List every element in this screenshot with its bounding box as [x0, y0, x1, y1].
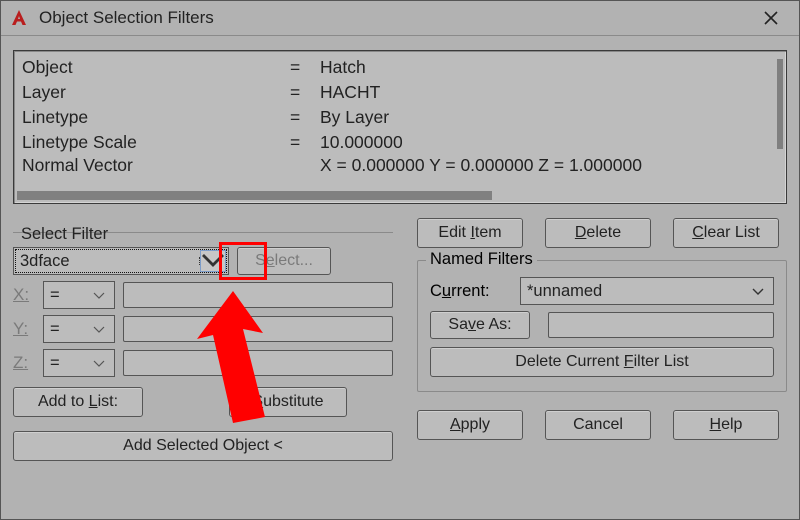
title-bar: Object Selection Filters	[1, 1, 799, 35]
apply-button[interactable]: Apply	[417, 410, 523, 440]
z-value-input[interactable]	[123, 350, 393, 376]
dialog-title: Object Selection Filters	[39, 8, 214, 28]
list-row[interactable]: Layer = HACHT	[22, 80, 776, 105]
chevron-down-icon	[90, 354, 108, 373]
y-operator-combo[interactable]: =	[43, 315, 115, 343]
horizontal-scrollbar[interactable]	[17, 191, 783, 200]
list-row[interactable]: Linetype Scale = 10.000000	[22, 130, 776, 155]
edit-item-button[interactable]: Edit Item	[417, 218, 523, 248]
x-operator-combo[interactable]: =	[43, 281, 115, 309]
y-value-input[interactable]	[123, 316, 393, 342]
save-as-input[interactable]	[548, 312, 774, 338]
help-button[interactable]: Help	[673, 410, 779, 440]
x-value-input[interactable]	[123, 282, 393, 308]
current-filter-combo[interactable]: *unnamed	[520, 277, 774, 305]
autocad-logo-icon	[9, 8, 29, 28]
vertical-scrollbar[interactable]	[777, 59, 783, 149]
chevron-down-icon[interactable]	[200, 250, 226, 272]
named-filters-label: Named Filters	[426, 250, 537, 269]
z-operator-combo[interactable]: =	[43, 349, 115, 377]
list-row[interactable]: Linetype = By Layer	[22, 105, 776, 130]
select-filter-label: Select Filter	[19, 225, 110, 244]
y-label: Y:	[13, 319, 35, 339]
current-label: Current:	[430, 282, 506, 301]
filter-list[interactable]: Object = Hatch Layer = HACHT Linetype = …	[13, 50, 787, 204]
chevron-down-icon	[90, 286, 108, 305]
filter-type-value: 3dface	[20, 252, 70, 271]
z-label: Z:	[13, 353, 35, 373]
chevron-down-icon	[90, 320, 108, 339]
delete-button[interactable]: Delete	[545, 218, 651, 248]
cancel-button[interactable]: Cancel	[545, 410, 651, 440]
dialog-window: Object Selection Filters Object = Hatch …	[0, 0, 800, 520]
add-selected-object-button[interactable]: Add Selected Object <	[13, 431, 393, 461]
list-row[interactable]: Normal Vector X = 0.000000 Y = 0.000000 …	[22, 155, 776, 175]
chevron-down-icon	[749, 282, 767, 301]
named-filters-group: Named Filters Current: *unnamed Save As:…	[417, 260, 787, 392]
filter-type-combo[interactable]: 3dface	[13, 247, 229, 275]
add-to-list-button[interactable]: Add to List:	[13, 387, 143, 417]
x-label: X:	[13, 285, 35, 305]
list-row[interactable]: Object = Hatch	[22, 55, 776, 80]
delete-current-filter-button[interactable]: Delete Current Filter List	[430, 347, 774, 377]
save-as-button[interactable]: Save As:	[430, 311, 530, 339]
select-button[interactable]: Select...	[237, 247, 331, 275]
select-filter-group: Select Filter 3dface Select... X:	[13, 232, 393, 461]
close-button[interactable]	[751, 3, 791, 33]
clear-list-button[interactable]: Clear List	[673, 218, 779, 248]
substitute-button[interactable]: Substitute	[229, 387, 347, 417]
